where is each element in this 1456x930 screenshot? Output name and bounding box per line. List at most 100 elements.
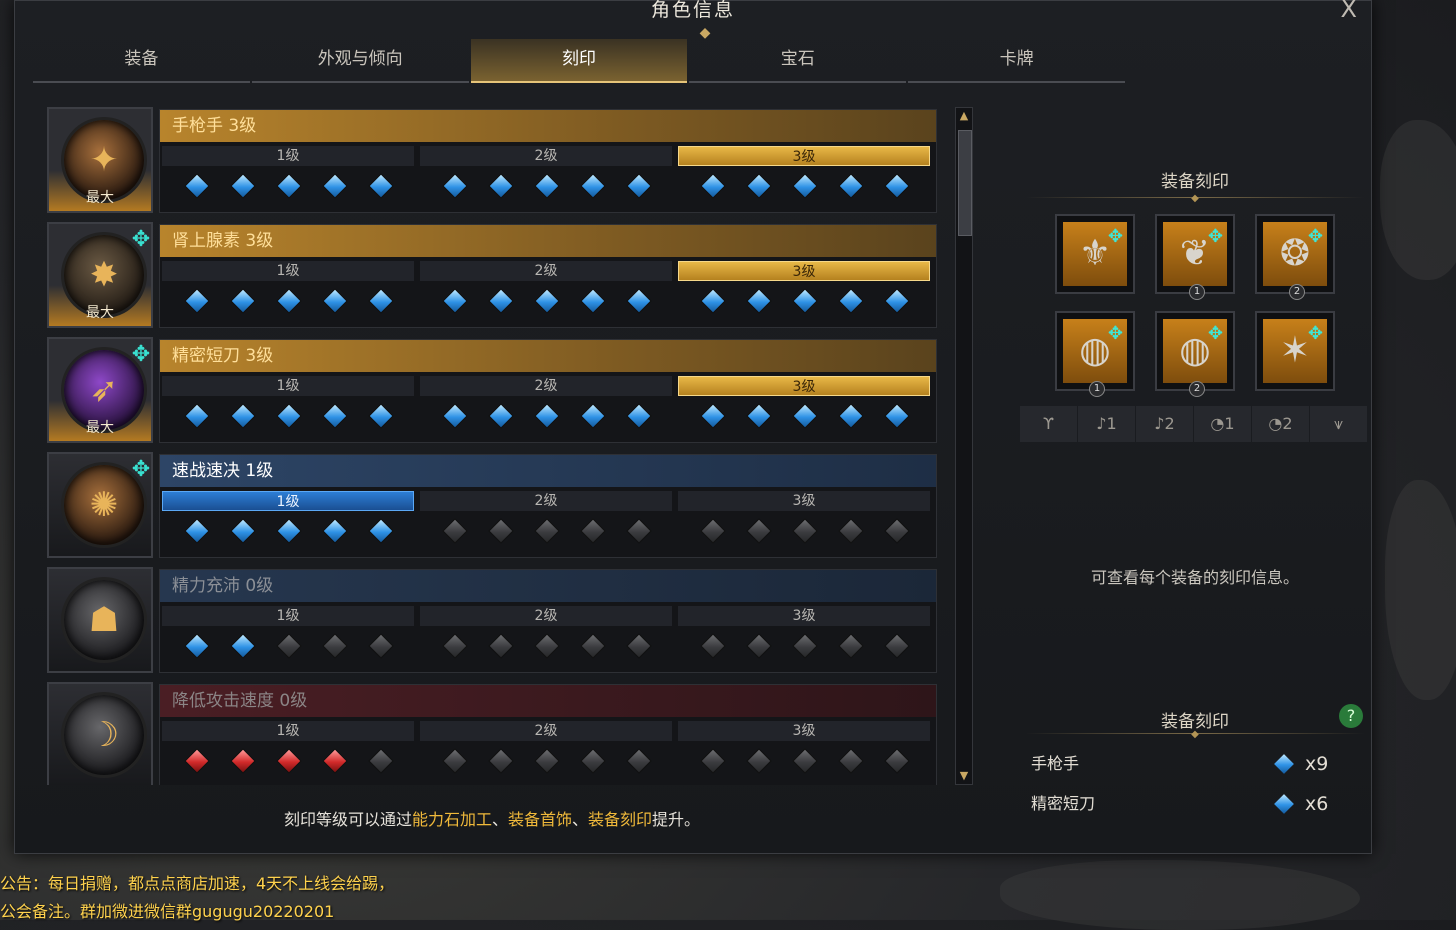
blue-gem-icon: [626, 288, 652, 314]
level-segment-3: 3级: [678, 146, 930, 166]
gem-group: [420, 632, 672, 660]
gray-gem-icon: [626, 633, 652, 659]
gem-group: [420, 287, 672, 315]
gem-group: [162, 172, 414, 200]
blue-gem-icon: [746, 403, 772, 429]
scroll-up-icon[interactable]: ▲: [956, 108, 972, 124]
tab-2[interactable]: 外观与倾向: [251, 39, 469, 83]
engraving-row: ✦ 最大 手枪手 3级 1级 2级 3级: [47, 107, 937, 213]
level-segment-1: 1级: [162, 146, 414, 166]
tab-1[interactable]: 装备: [33, 39, 250, 83]
equipment-item-icon: ✶ ✥: [1263, 319, 1327, 383]
blue-gem-icon: [230, 288, 256, 314]
equipment-slot-4[interactable]: ◍ ✥ 1: [1055, 311, 1135, 397]
slot-filter-2[interactable]: ♪1: [1078, 406, 1135, 442]
blue-gem-icon: [184, 173, 210, 199]
blue-gem-icon: [230, 518, 256, 544]
tab-4[interactable]: 宝石: [689, 39, 907, 83]
level-segment-3: 3级: [678, 491, 930, 511]
scroll-down-icon[interactable]: ▼: [956, 768, 972, 784]
gem-group: [162, 287, 414, 315]
gray-gem-icon: [442, 633, 468, 659]
equipment-slot-2[interactable]: ❦ ✥ 1: [1155, 214, 1235, 300]
engraving-bar: 精力充沛 0级 1级 2级 3级: [159, 569, 937, 673]
close-button[interactable]: X: [1341, 0, 1357, 23]
gem-group: [678, 402, 930, 430]
tab-3[interactable]: 刻印: [470, 39, 688, 83]
gem-group: [678, 747, 930, 775]
red-gem-icon: [230, 748, 256, 774]
engraving-bar: 速战速决 1级 1级 2级 3级: [159, 454, 937, 558]
stat-engraving-icon: ✥: [131, 342, 151, 367]
equipment-item-icon: ❂ ✥: [1263, 222, 1327, 286]
footer-tip: 刻印等级可以通过能力石加工、装备首饰、装备刻印提升。: [47, 806, 937, 830]
blue-gem-icon: [838, 403, 864, 429]
engraving-icon-frame: ➶ 最大 ✥: [47, 337, 153, 443]
link-engraving-book[interactable]: 装备刻印: [588, 810, 652, 829]
scroll-thumb[interactable]: [958, 130, 972, 236]
blue-gem-icon: [580, 403, 606, 429]
gray-gem-icon: [534, 633, 560, 659]
blue-gem-icon: [1274, 794, 1294, 814]
gray-gem-icon: [534, 518, 560, 544]
engraving-icon-frame: ✸ 最大 ✥: [47, 222, 153, 328]
tab-5[interactable]: 卡牌: [908, 39, 1125, 83]
slot-number: 2: [1289, 284, 1305, 300]
gem-group: [420, 402, 672, 430]
equipment-item-icon: ⚜ ✥: [1063, 222, 1127, 286]
equipment-slot-6[interactable]: ✶ ✥: [1255, 311, 1335, 391]
level-segment-3: 3级: [678, 721, 930, 741]
blue-gem-icon: [488, 173, 514, 199]
ornament-icon: ◆: [1191, 193, 1199, 204]
slot-filter-3[interactable]: ♪2: [1136, 406, 1193, 442]
blue-gem-icon: [276, 518, 302, 544]
link-ability-stone[interactable]: 能力石加工: [412, 810, 492, 829]
level-segment-2: 2级: [420, 261, 672, 281]
blue-gem-icon: [230, 173, 256, 199]
slot-number: 2: [1189, 381, 1205, 397]
help-button[interactable]: ?: [1339, 704, 1363, 728]
engraving-name: 精力充沛 0级: [160, 570, 936, 602]
blue-gem-icon: [488, 403, 514, 429]
equipment-slot-3[interactable]: ❂ ✥ 2: [1255, 214, 1335, 300]
blue-gem-icon: [322, 288, 348, 314]
equipment-slot-5[interactable]: ◍ ✥ 2: [1155, 311, 1235, 397]
engraving-badge-icon: ✥: [1207, 226, 1223, 247]
stat-engraving-icon: ✥: [131, 227, 151, 252]
max-label: 最大: [86, 305, 114, 321]
level-segment-2: 2级: [420, 721, 672, 741]
engraving-scrollbar[interactable]: ▲ ▼: [955, 107, 973, 785]
gray-gem-icon: [700, 748, 726, 774]
blue-gem-icon: [534, 288, 560, 314]
slot-filter-5[interactable]: ◔2: [1252, 406, 1309, 442]
gray-gem-icon: [884, 748, 910, 774]
blue-gem-icon: [184, 403, 210, 429]
slot-filter-6[interactable]: ⩛: [1310, 406, 1367, 442]
link-accessory[interactable]: 装备首饰: [508, 810, 572, 829]
engraving-bar: 精密短刀 3级 1级 2级 3级: [159, 339, 937, 443]
blue-gem-icon: [442, 288, 468, 314]
gray-gem-icon: [442, 518, 468, 544]
equipment-slot-1[interactable]: ⚜ ✥: [1055, 214, 1135, 294]
blue-gem-icon: [322, 173, 348, 199]
gray-gem-icon: [580, 633, 606, 659]
footer-text: 、: [572, 810, 589, 829]
gray-gem-icon: [838, 748, 864, 774]
blue-gem-icon: [184, 633, 210, 659]
level-segment-1: 1级: [162, 606, 414, 626]
gem-group: [420, 517, 672, 545]
gray-gem-icon: [626, 748, 652, 774]
slot-number: 1: [1089, 381, 1105, 397]
level-segment-3: 3级: [678, 606, 930, 626]
slot-filter-1[interactable]: ϒ: [1020, 406, 1077, 442]
blue-gem-icon: [626, 403, 652, 429]
engraving-row: ☗ 精力充沛 0级 1级 2级 3级: [47, 567, 937, 673]
gray-gem-icon: [276, 633, 302, 659]
footer-text: 刻印等级可以通过: [283, 810, 412, 829]
tab-bar: 装备 外观与倾向 刻印 宝石 卡牌: [33, 39, 1127, 83]
level-segment-2: 2级: [420, 376, 672, 396]
blue-gem-icon: [276, 288, 302, 314]
blue-gem-icon: [276, 173, 302, 199]
slot-filter-4[interactable]: ◔1: [1194, 406, 1251, 442]
blue-gem-icon: [792, 403, 818, 429]
